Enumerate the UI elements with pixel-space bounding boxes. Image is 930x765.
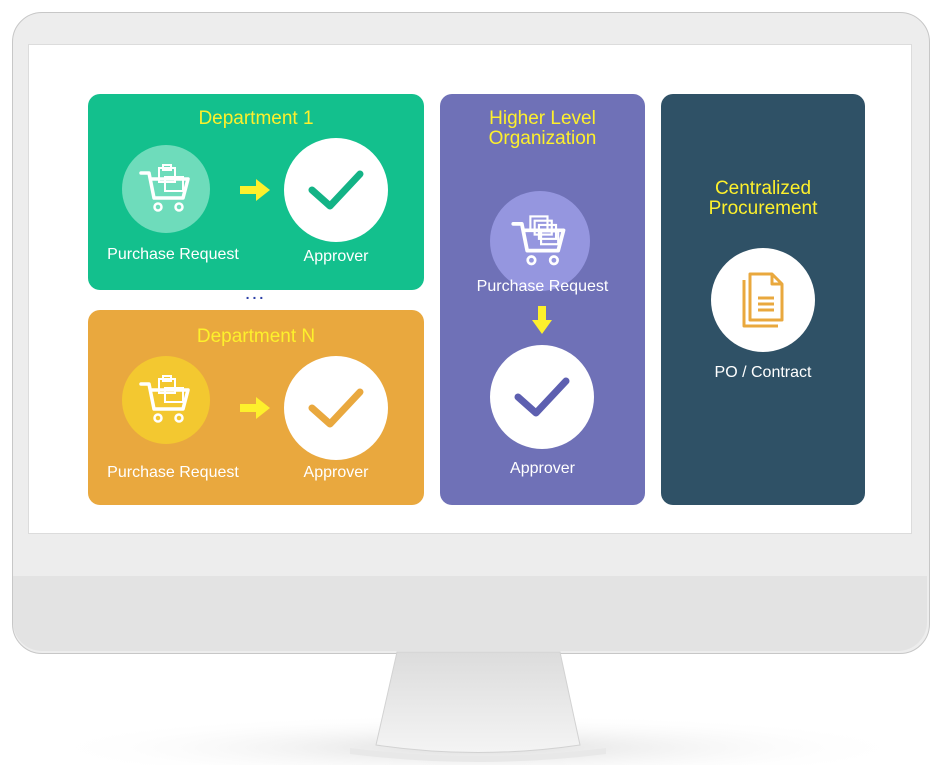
purchase-request-icon-circle bbox=[122, 356, 210, 444]
purchase-request-label: Purchase Request bbox=[107, 246, 239, 263]
checkmark-icon bbox=[514, 377, 570, 417]
centralized-procurement-card: Centralized Procurement PO / Contract bbox=[661, 94, 865, 505]
higher-level-title-line1: Higher Level bbox=[489, 108, 596, 129]
department-n-title: Department N bbox=[196, 326, 316, 347]
department-n-card: Department N Purchase Request Approver bbox=[88, 310, 424, 505]
approver-label: Approver bbox=[303, 464, 369, 481]
approver-label: Approver bbox=[510, 460, 575, 477]
approver-icon-circle bbox=[284, 138, 388, 242]
purchase-request-icon-circle bbox=[122, 145, 210, 233]
arrow-down-icon bbox=[532, 306, 552, 334]
department-1-card: Department 1 Purchase Request Approver bbox=[88, 94, 424, 290]
purchase-request-label: Purchase Request bbox=[107, 464, 239, 481]
approver-label: Approver bbox=[303, 248, 369, 265]
checkmark-icon bbox=[308, 388, 364, 428]
arrow-right-icon bbox=[240, 397, 270, 419]
department-1-title: Department 1 bbox=[198, 108, 314, 129]
shopping-cart-icon bbox=[139, 164, 190, 212]
higher-level-organization-card: Higher Level Organization Purchase Reque… bbox=[440, 94, 645, 505]
monitor-stand bbox=[38, 651, 918, 765]
purchase-request-label: Purchase Request bbox=[476, 278, 609, 295]
po-contract-label: PO / Contract bbox=[714, 364, 812, 381]
shopping-cart-icon bbox=[511, 215, 566, 266]
ellipsis: ... bbox=[245, 286, 267, 302]
document-icon-circle bbox=[711, 248, 815, 352]
document-icon bbox=[742, 272, 784, 328]
higher-level-title-line2: Organization bbox=[488, 128, 597, 149]
approver-icon-circle bbox=[284, 356, 388, 460]
centralized-title-line2: Procurement bbox=[708, 198, 818, 219]
shopping-cart-icon bbox=[139, 375, 190, 423]
approver-icon-circle bbox=[490, 345, 594, 449]
purchase-request-icon-circle bbox=[490, 191, 590, 291]
centralized-title-line1: Centralized bbox=[714, 178, 812, 199]
checkmark-icon bbox=[308, 170, 364, 210]
arrow-right-icon bbox=[240, 179, 270, 201]
